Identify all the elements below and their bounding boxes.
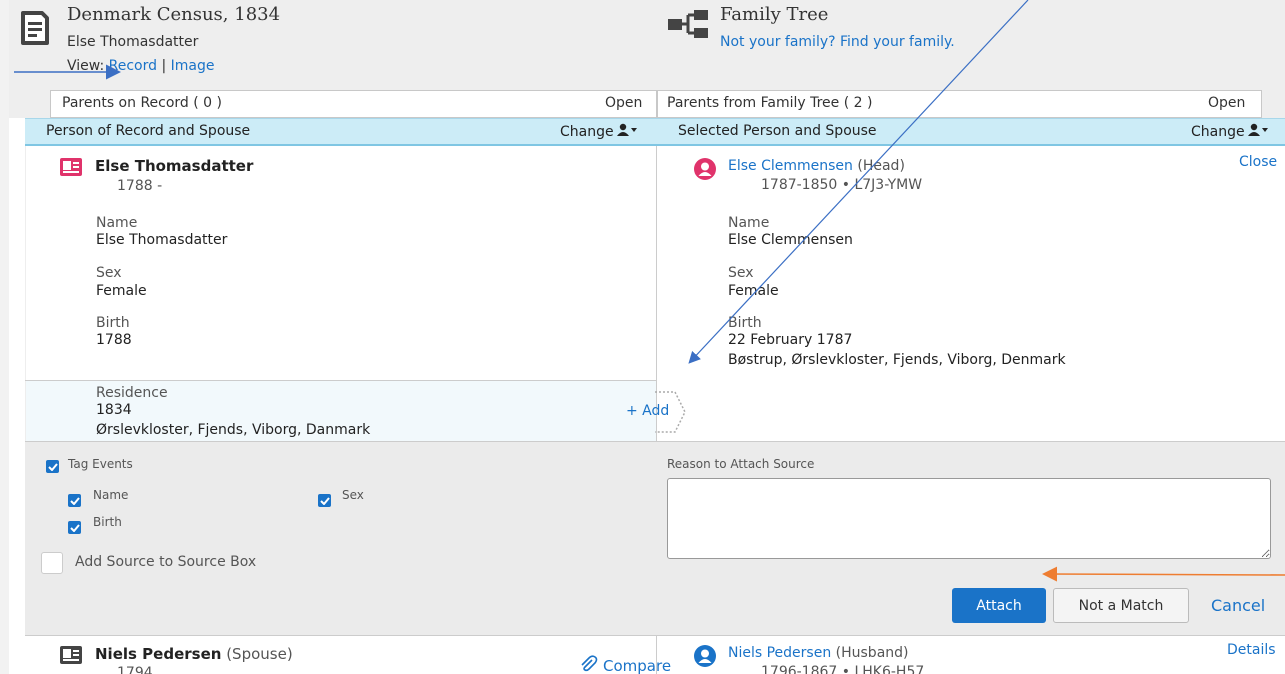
arrow-to-textarea: [1042, 566, 1285, 582]
annotation-arrows: [14, 0, 1285, 582]
arrow-to-add: [688, 0, 1029, 364]
